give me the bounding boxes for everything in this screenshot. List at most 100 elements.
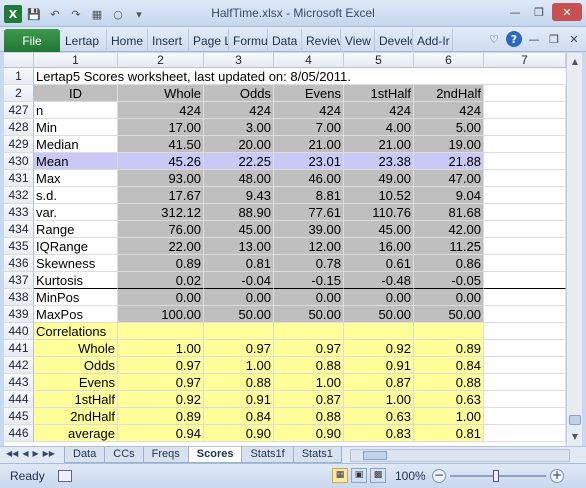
correlation-value-cell[interactable]: 0.91 xyxy=(344,357,414,374)
tab-view[interactable]: View xyxy=(341,29,375,52)
stat-value-cell[interactable]: -0.48 xyxy=(344,272,414,289)
stat-value-cell[interactable]: 0.00 xyxy=(414,289,484,306)
correlations-title[interactable]: Correlations xyxy=(34,323,118,340)
correlation-value-cell[interactable]: 0.87 xyxy=(274,391,344,408)
stat-value-cell[interactable]: 11.25 xyxy=(414,238,484,255)
stat-value-cell[interactable]: 0.89 xyxy=(118,255,204,272)
stat-value-cell[interactable]: 22.25 xyxy=(204,153,274,170)
cell[interactable] xyxy=(484,221,566,238)
stat-value-cell[interactable]: 93.00 xyxy=(118,170,204,187)
vertical-scrollbar[interactable]: ▲ ▼ xyxy=(566,53,582,446)
cell[interactable] xyxy=(484,255,566,272)
stat-value-cell[interactable]: 12.00 xyxy=(274,238,344,255)
correlation-value-cell[interactable]: 0.90 xyxy=(274,425,344,442)
correlation-value-cell[interactable]: 0.97 xyxy=(118,357,204,374)
correlation-label-cell[interactable]: 1stHalf xyxy=(34,391,118,408)
stat-label-cell[interactable]: Skewness xyxy=(34,255,118,272)
stat-value-cell[interactable]: 10.52 xyxy=(344,187,414,204)
cell[interactable] xyxy=(484,204,566,221)
stat-value-cell[interactable]: 0.61 xyxy=(344,255,414,272)
cell[interactable] xyxy=(484,272,566,289)
stat-value-cell[interactable]: 0.00 xyxy=(204,289,274,306)
stat-value-cell[interactable]: 48.00 xyxy=(204,170,274,187)
stat-label-cell[interactable]: n xyxy=(34,102,118,119)
tab-insert[interactable]: Insert xyxy=(148,29,189,52)
cell[interactable] xyxy=(204,323,274,340)
normal-view-icon[interactable]: ▦ xyxy=(332,468,348,483)
zoom-level[interactable]: 100% xyxy=(395,469,426,483)
cell[interactable] xyxy=(414,323,484,340)
stat-value-cell[interactable]: 17.67 xyxy=(118,187,204,204)
row-header[interactable]: 435 xyxy=(4,238,34,255)
correlation-value-cell[interactable]: 1.00 xyxy=(118,340,204,357)
row-header[interactable]: 433 xyxy=(4,204,34,221)
correlation-value-cell[interactable]: 1.00 xyxy=(344,391,414,408)
stat-value-cell[interactable]: 16.00 xyxy=(344,238,414,255)
cell[interactable] xyxy=(484,170,566,187)
stat-value-cell[interactable]: 0.86 xyxy=(414,255,484,272)
doc-close-icon[interactable]: ✕ xyxy=(566,31,582,47)
stat-value-cell[interactable]: 46.00 xyxy=(274,170,344,187)
correlation-value-cell[interactable]: 0.88 xyxy=(204,374,274,391)
stat-value-cell[interactable]: 22.00 xyxy=(118,238,204,255)
stat-value-cell[interactable]: 4.00 xyxy=(344,119,414,136)
cell[interactable] xyxy=(510,68,566,85)
stat-value-cell[interactable]: 8.81 xyxy=(274,187,344,204)
cell[interactable] xyxy=(118,323,204,340)
correlation-label-cell[interactable]: 2ndHalf xyxy=(34,408,118,425)
correlation-value-cell[interactable]: 0.90 xyxy=(204,425,274,442)
stat-value-cell[interactable]: 5.00 xyxy=(414,119,484,136)
next-sheet-icon[interactable]: ▶ xyxy=(32,449,38,458)
correlation-value-cell[interactable]: 0.88 xyxy=(274,408,344,425)
column-header-1[interactable]: 1 xyxy=(34,53,118,68)
row-header[interactable]: 441 xyxy=(4,340,34,357)
stat-value-cell[interactable]: 45.00 xyxy=(344,221,414,238)
tab-data[interactable]: Data xyxy=(268,29,302,52)
stat-label-cell[interactable]: Max xyxy=(34,170,118,187)
tab-home[interactable]: Home xyxy=(107,29,148,52)
row-header[interactable]: 436 xyxy=(4,255,34,272)
correlation-label-cell[interactable]: average xyxy=(34,425,118,442)
stat-label-cell[interactable]: Range xyxy=(34,221,118,238)
cell[interactable] xyxy=(484,306,566,323)
cell[interactable] xyxy=(484,289,566,306)
stat-label-cell[interactable]: Mean xyxy=(34,153,118,170)
cell[interactable] xyxy=(484,323,566,340)
stat-value-cell[interactable]: 45.26 xyxy=(118,153,204,170)
sheet-tab[interactable]: CCs xyxy=(104,447,144,463)
correlation-value-cell[interactable]: 0.63 xyxy=(414,391,484,408)
row-header[interactable]: 428 xyxy=(4,119,34,136)
correlation-label-cell[interactable]: Evens xyxy=(34,374,118,391)
worksheet-grid[interactable]: 1 2 3 4 5 6 7 1 Lertap5 Scores worksheet… xyxy=(4,53,566,446)
column-header-7[interactable]: 7 xyxy=(484,53,566,68)
horizontal-scrollbar[interactable] xyxy=(350,449,570,462)
stat-value-cell[interactable]: -0.04 xyxy=(204,272,274,289)
stat-label-cell[interactable]: Min xyxy=(34,119,118,136)
stat-value-cell[interactable]: 47.00 xyxy=(414,170,484,187)
stat-value-cell[interactable]: 0.00 xyxy=(344,289,414,306)
stat-value-cell[interactable]: 50.00 xyxy=(204,306,274,323)
tab-lertap[interactable]: Lertap xyxy=(61,29,107,52)
header-cell-id[interactable]: ID xyxy=(34,85,118,102)
restore-icon[interactable]: ❐ xyxy=(528,3,550,21)
stat-label-cell[interactable]: Kurtosis xyxy=(34,272,118,289)
stat-value-cell[interactable]: 3.00 xyxy=(204,119,274,136)
correlation-value-cell[interactable]: 0.97 xyxy=(118,374,204,391)
stat-value-cell[interactable]: 81.68 xyxy=(414,204,484,221)
row-header[interactable]: 429 xyxy=(4,136,34,153)
cell[interactable] xyxy=(484,391,566,408)
correlation-label-cell[interactable]: Whole xyxy=(34,340,118,357)
row-header[interactable]: 438 xyxy=(4,289,34,306)
doc-minimize-icon[interactable]: — xyxy=(526,31,542,47)
stat-value-cell[interactable]: 50.00 xyxy=(344,306,414,323)
correlation-value-cell[interactable]: 0.84 xyxy=(204,408,274,425)
stat-label-cell[interactable]: Median xyxy=(34,136,118,153)
file-tab[interactable]: File xyxy=(4,29,60,52)
cell[interactable] xyxy=(484,374,566,391)
column-header-2[interactable]: 2 xyxy=(118,53,204,68)
stat-value-cell[interactable]: 424 xyxy=(414,102,484,119)
first-sheet-icon[interactable]: ◀◀ xyxy=(6,449,18,458)
stat-value-cell[interactable]: 23.38 xyxy=(344,153,414,170)
column-header-3[interactable]: 3 xyxy=(204,53,274,68)
stat-value-cell[interactable]: 19.00 xyxy=(414,136,484,153)
